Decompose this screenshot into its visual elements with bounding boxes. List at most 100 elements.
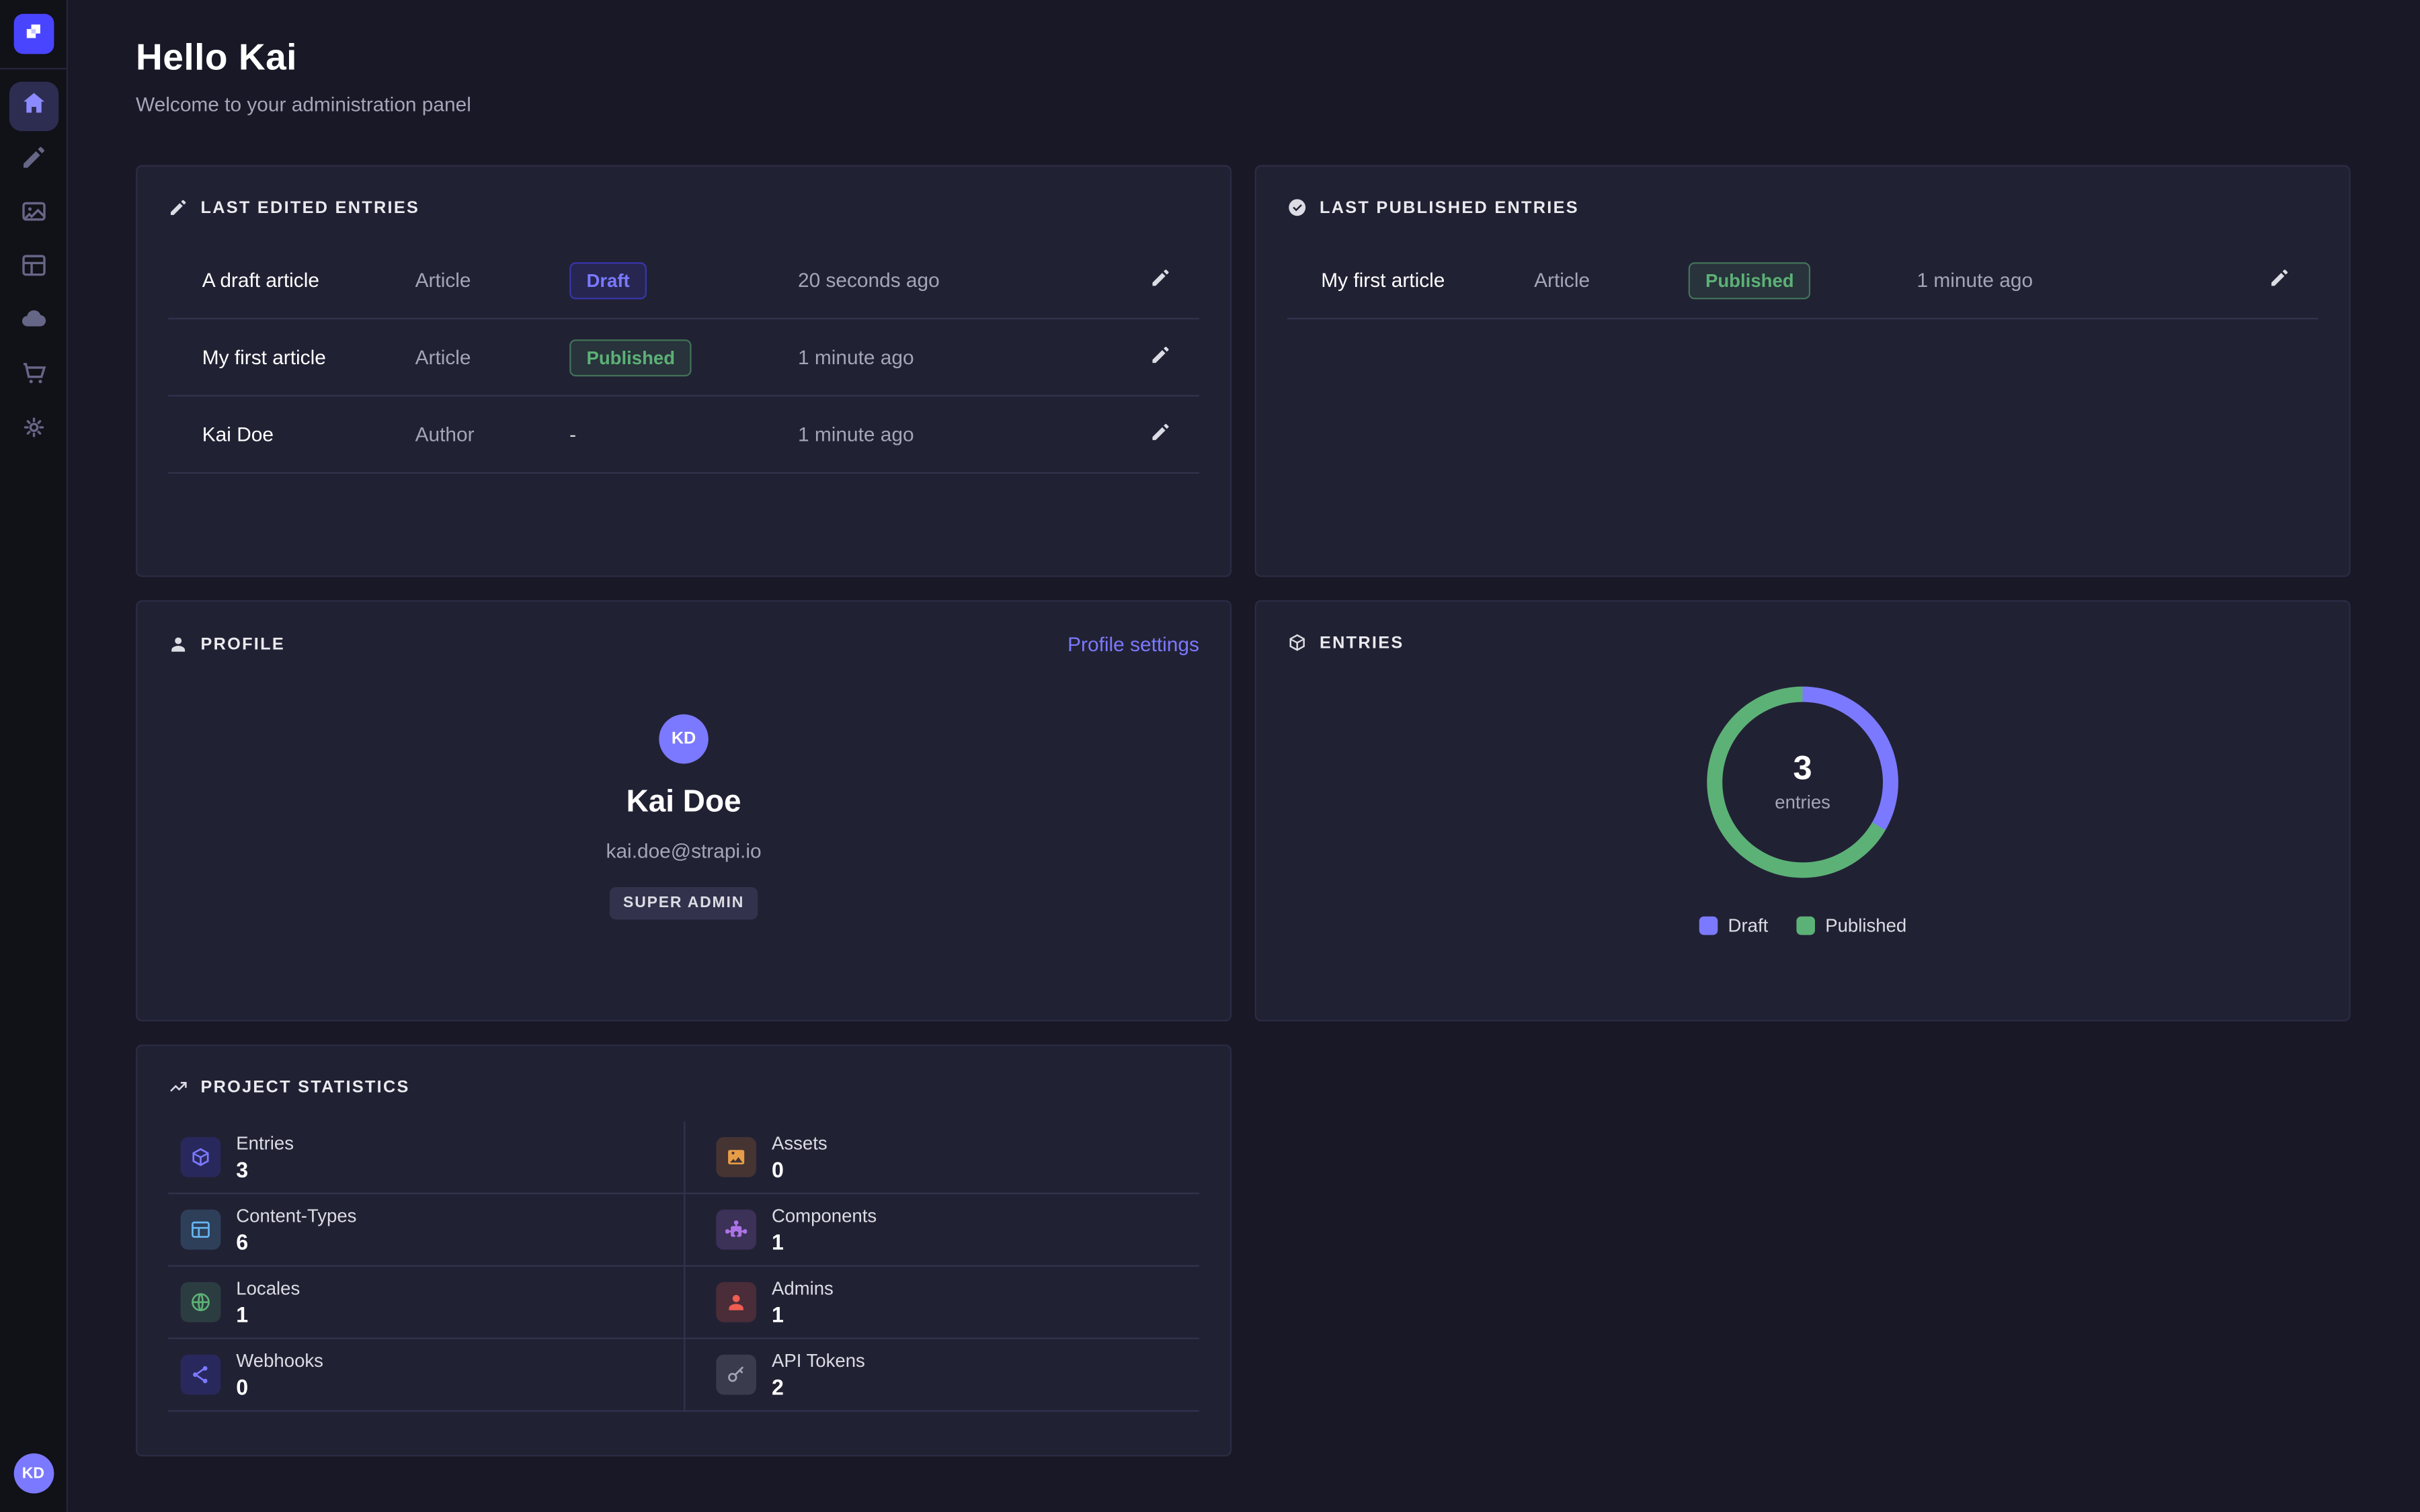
stat-value: 2 <box>772 1375 865 1400</box>
card-title: LAST EDITED ENTRIES <box>200 198 419 217</box>
card-title: LAST PUBLISHED ENTRIES <box>1320 198 1579 217</box>
sidebar-item-settings[interactable] <box>9 406 58 455</box>
stat-api-tokens: API Tokens 2 <box>684 1339 1199 1412</box>
empty-grid-cell <box>1255 1044 2351 1456</box>
role-badge: SUPER ADMIN <box>609 887 758 919</box>
page-header: Hello Kai Welcome to your administration… <box>136 37 2351 116</box>
image-icon <box>716 1137 756 1177</box>
project-statistics-card: PROJECT STATISTICS Entries 3 <box>136 1044 1232 1456</box>
entry-time: 1 minute ago <box>1917 268 2257 291</box>
stat-value: 6 <box>236 1230 356 1255</box>
puzzle-icon <box>716 1210 756 1250</box>
stat-components: Components 1 <box>684 1194 1199 1267</box>
last-edited-table: A draft article Article Draft 20 seconds… <box>168 242 1199 473</box>
table-row[interactable]: My first article Article Published 1 min… <box>1287 242 2318 319</box>
stat-label: Content-Types <box>236 1205 356 1226</box>
entries-donut-ring: 3 entries <box>1707 687 1898 878</box>
profile-body: KD Kai Doe kai.doe@strapi.io SUPER ADMIN <box>137 714 1229 919</box>
media-icon <box>19 197 47 233</box>
cube-icon <box>181 1137 221 1177</box>
donut-legend: Draft Published <box>1699 915 1906 936</box>
pencil-icon <box>1150 421 1171 448</box>
legend-label: Published <box>1825 915 1906 936</box>
card-title: PROFILE <box>200 635 285 654</box>
user-icon <box>168 634 188 655</box>
admin-dashboard: KD Hello Kai Welcome to your administrat… <box>0 0 2420 1512</box>
entries-card: ENTRIES 3 entries Draft <box>1255 600 2351 1021</box>
entries-total-label: entries <box>1775 792 1830 813</box>
stat-value: 0 <box>236 1375 323 1400</box>
user-icon <box>716 1282 756 1322</box>
edit-entry-button[interactable] <box>2257 257 2303 303</box>
dashboard-grid: LAST EDITED ENTRIES A draft article Arti… <box>136 165 2351 1457</box>
pencil-icon <box>2269 267 2290 293</box>
trending-up-icon <box>168 1077 188 1097</box>
globe-icon <box>181 1282 221 1322</box>
status-badge: Draft <box>569 261 647 298</box>
last-published-table: My first article Article Published 1 min… <box>1287 242 2318 319</box>
pencil-icon <box>19 142 47 178</box>
published-swatch <box>1796 917 1815 935</box>
card-title: PROJECT STATISTICS <box>200 1078 409 1097</box>
entry-type: Article <box>415 345 570 368</box>
edit-entry-button[interactable] <box>1137 411 1184 458</box>
entries-total: 3 <box>1793 751 1812 786</box>
stat-assets: Assets 0 <box>684 1122 1199 1194</box>
stat-label: Entries <box>236 1132 294 1154</box>
last-edited-card: LAST EDITED ENTRIES A draft article Arti… <box>136 165 1232 577</box>
stat-value: 1 <box>772 1302 834 1327</box>
profile-card: PROFILE Profile settings KD Kai Doe kai.… <box>136 600 1232 1021</box>
card-title: ENTRIES <box>1320 633 1404 652</box>
legend-item-published: Published <box>1796 915 1907 936</box>
table-row[interactable]: My first article Article Published 1 min… <box>168 319 1199 396</box>
stat-webhooks: Webhooks 0 <box>168 1339 684 1412</box>
draft-swatch <box>1699 917 1718 935</box>
page-subtitle: Welcome to your administration panel <box>136 93 2351 116</box>
status-badge: Published <box>1689 261 1811 298</box>
profile-name: Kai Doe <box>627 786 741 821</box>
stats-grid: Entries 3 Assets 0 <box>168 1122 1199 1412</box>
stat-value: 3 <box>236 1157 294 1182</box>
table-row[interactable]: A draft article Article Draft 20 seconds… <box>168 242 1199 319</box>
cart-icon <box>19 359 47 394</box>
edit-entry-button[interactable] <box>1137 257 1184 303</box>
stat-label: Webhooks <box>236 1350 323 1372</box>
pencil-icon <box>168 198 188 218</box>
sidebar-item-marketplace[interactable] <box>9 351 58 401</box>
profile-email: kai.doe@strapi.io <box>606 839 762 862</box>
stat-label: Admins <box>772 1277 834 1299</box>
sidebar-item-content-manager[interactable] <box>9 136 58 185</box>
profile-settings-link[interactable]: Profile settings <box>1067 632 1199 655</box>
sidebar-item-cloud[interactable] <box>9 298 58 347</box>
page-title: Hello Kai <box>136 37 2351 80</box>
layout-icon <box>19 251 47 286</box>
stat-value: 1 <box>236 1302 300 1327</box>
sidebar-item-content-type-builder[interactable] <box>9 244 58 293</box>
entry-type: Article <box>1534 268 1689 291</box>
cloud-icon <box>19 304 47 340</box>
sidebar: KD <box>0 0 68 1512</box>
gear-icon <box>19 413 47 448</box>
entries-header: ENTRIES <box>1256 601 2349 653</box>
stat-admins: Admins 1 <box>684 1267 1199 1339</box>
project-statistics-header: PROJECT STATISTICS <box>137 1046 1229 1097</box>
status-text: - <box>569 423 576 446</box>
stat-label: Locales <box>236 1277 300 1299</box>
entry-name: My first article <box>1321 268 1534 291</box>
status-badge: Published <box>569 339 692 376</box>
entry-name: My first article <box>202 345 415 368</box>
home-icon <box>19 89 47 124</box>
entry-time: 1 minute ago <box>798 423 1137 446</box>
strapi-logo[interactable] <box>13 14 54 54</box>
logo-section <box>0 0 67 69</box>
table-row[interactable]: Kai Doe Author - 1 minute ago <box>168 396 1199 474</box>
pencil-icon <box>1150 267 1171 293</box>
edit-entry-button[interactable] <box>1137 334 1184 380</box>
main-content: Hello Kai Welcome to your administration… <box>68 0 2420 1512</box>
user-avatar[interactable]: KD <box>13 1454 54 1494</box>
sidebar-item-media-library[interactable] <box>9 190 58 239</box>
stat-locales: Locales 1 <box>168 1267 684 1339</box>
entry-type: Author <box>415 423 570 446</box>
entry-name: A draft article <box>202 268 415 291</box>
sidebar-item-home[interactable] <box>9 82 58 131</box>
